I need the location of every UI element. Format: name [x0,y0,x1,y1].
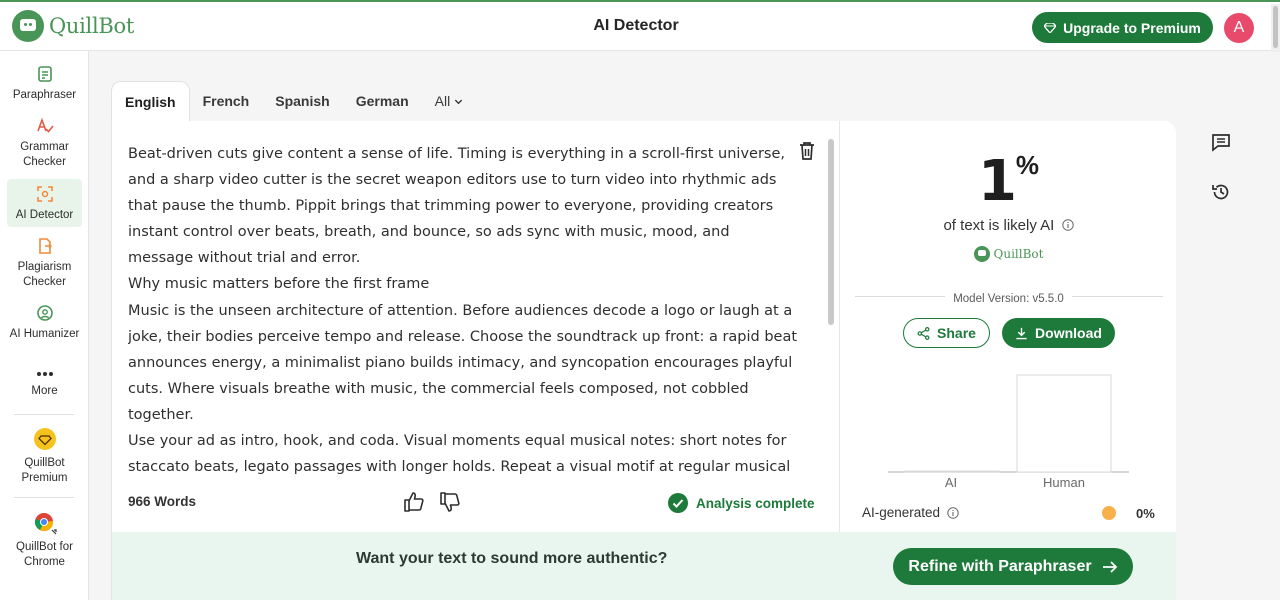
likely-ai-text: of text is likely AI [840,217,1177,234]
quillbot-logo-icon [973,246,990,262]
sidebar-item-label: More [31,385,58,397]
thumbs-up-icon[interactable] [403,491,425,513]
tab-spanish[interactable]: Spanish [262,81,342,121]
history-icon[interactable] [1211,182,1231,202]
more-icon [36,372,53,376]
tab-german[interactable]: German [343,81,422,121]
grammar-icon [36,117,54,133]
avatar[interactable]: A [1224,13,1254,43]
analysis-status: Analysis complete [668,493,815,513]
page-scrollbar[interactable] [1271,4,1280,52]
editor-scrollbar[interactable] [828,139,834,325]
download-icon [1016,327,1027,339]
sidebar-item-grammar-checker[interactable]: Grammar Checker [7,117,82,170]
model-version-text: Model Version: v5.5.0 [945,293,1072,305]
ai-detector-icon [36,186,53,202]
sidebar-item-label: Paraphraser [12,89,77,101]
download-label: Download [1035,325,1102,341]
language-tabs: English French Spanish German All [111,81,476,121]
chrome-icon [34,513,57,535]
trash-icon[interactable] [798,141,816,161]
sidebar-item-quillbot-for-chrome[interactable]: QuillBot for Chrome [7,511,82,570]
editor-paragraph: Beat-driven cuts give content a sense of… [128,146,785,267]
refine-label: Refine with Paraphraser [908,557,1092,575]
sidebar-item-ai-humanizer[interactable]: AI Humanizer [7,304,82,342]
sidebar-divider [14,414,74,415]
sidebar-item-label: AI Humanizer [9,328,80,340]
ai-generated-label: AI-generated [862,505,941,520]
results-panel: 1% of text is likely AI QuillBot Model V… [839,121,1176,532]
top-bar: QuillBot AI Detector Upgrade to Premium … [0,0,1280,52]
chart-label-ai: AI [944,475,958,490]
arrow-right-icon [1102,560,1117,573]
analysis-status-text: Analysis complete [696,495,815,511]
info-icon[interactable] [1061,219,1074,231]
sidebar-item-paraphraser[interactable]: Paraphraser [7,65,82,103]
diamond-icon [1044,22,1057,33]
ai-score: 1% [840,149,1177,214]
refine-with-paraphraser-button[interactable]: Refine with Paraphraser [893,548,1133,585]
humanizer-icon [36,305,53,321]
text-editor[interactable]: Beat-driven cuts give content a sense of… [128,141,798,474]
tab-all[interactable]: All [422,81,477,121]
sidebar-item-label: AI Detector [15,209,74,221]
editor-paragraph: Why music matters before the first frame [128,276,430,293]
editor-paragraph: Use your ad as intro, hook, and coda. Vi… [128,433,791,474]
share-label: Share [937,325,976,341]
chevron-down-icon [455,99,463,104]
premium-icon [33,428,56,450]
ai-human-bar-chart [888,374,1129,473]
sidebar-item-label: QuillBot for Chrome [16,541,73,568]
ai-generated-row: AI-generated [862,505,959,520]
comment-icon[interactable] [1211,132,1231,152]
brand-mini-text: QuillBot [993,247,1044,261]
sidebar-item-quillbot-premium[interactable]: QuillBot Premium [7,427,82,486]
sidebar-item-ai-detector[interactable]: AI Detector [7,179,82,227]
sidebar-item-label: Plagiarism Checker [17,261,72,288]
tab-all-label: All [434,93,451,109]
plagiarism-icon [38,238,52,254]
sidebar-item-label: Grammar Checker [20,141,69,168]
ai-generated-percent: 0% [1136,506,1155,521]
chart-bar-human [1016,374,1112,473]
sidebar-item-plagiarism-checker[interactable]: Plagiarism Checker [7,237,82,290]
share-icon [917,326,930,340]
ai-generated-dot [1102,506,1116,520]
check-circle-icon [668,493,688,513]
likely-ai-label: of text is likely AI [943,217,1055,234]
paraphraser-icon [37,66,52,82]
tab-french[interactable]: French [190,81,263,121]
ai-score-value: 1 [977,149,1017,214]
sidebar-item-label: QuillBot Premium [21,457,68,484]
refine-banner: Want your text to sound more authentic? … [111,532,1176,600]
text-editor-panel: Beat-driven cuts give content a sense of… [111,121,839,532]
sidebar-divider [14,497,74,498]
sidebar: Paraphraser Grammar Checker AI Detector … [0,51,89,600]
word-count: 966 Words [128,494,197,509]
share-button[interactable]: Share [903,318,990,348]
chart-label-human: Human [1043,475,1085,490]
model-version: Model Version: v5.5.0 [840,289,1177,307]
tab-english[interactable]: English [111,81,190,121]
sidebar-item-more[interactable]: More [7,369,82,399]
download-button[interactable]: Download [1002,318,1115,348]
editor-paragraph: Music is the unseen architecture of atte… [128,302,798,423]
thumbs-down-icon[interactable] [439,491,461,513]
ai-score-sign: % [1015,150,1040,180]
quillbot-mini-logo: QuillBot [840,246,1177,262]
chart-bar-ai [904,470,1000,473]
upgrade-label: Upgrade to Premium [1063,19,1201,36]
banner-text: Want your text to sound more authentic? [356,550,668,567]
upgrade-button[interactable]: Upgrade to Premium [1032,12,1213,43]
info-icon[interactable] [947,506,959,519]
